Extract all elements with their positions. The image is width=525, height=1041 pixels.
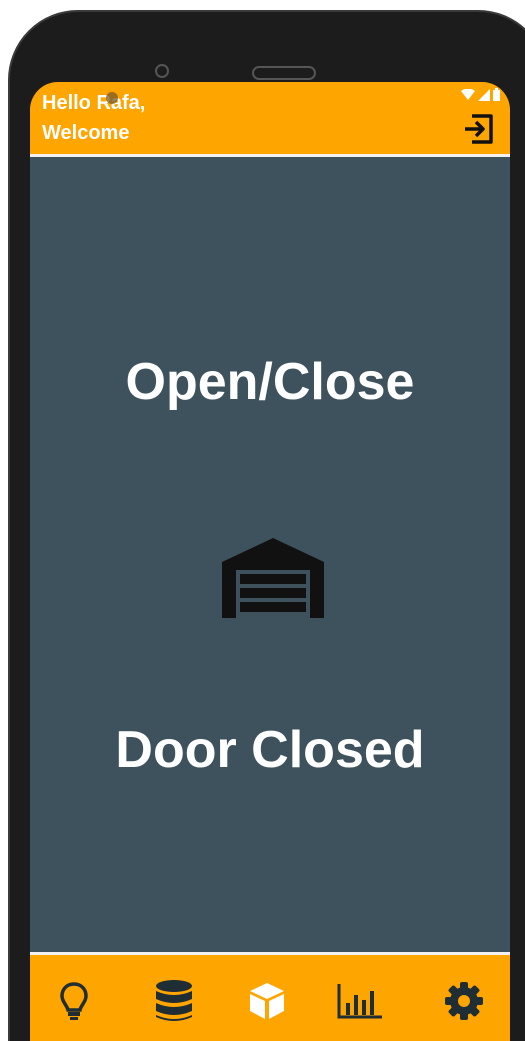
nav-database[interactable] — [150, 977, 198, 1025]
earpiece-speaker — [252, 66, 316, 80]
nav-devices[interactable] — [243, 977, 291, 1025]
garage-door-icon — [222, 538, 324, 618]
greeting-line-1: Hello Rafa, — [42, 92, 146, 114]
cube-icon — [250, 983, 284, 1019]
logout-icon — [465, 114, 493, 144]
app-stage: Hello Rafa, Welcome Open/Close Door Clos… — [0, 0, 525, 1041]
signal-icon — [478, 88, 490, 101]
garage-door-toggle-button[interactable] — [220, 536, 326, 618]
battery-icon — [493, 88, 500, 101]
status-bar-icons — [461, 88, 500, 101]
wifi-icon — [461, 88, 475, 100]
logout-button[interactable] — [462, 112, 496, 146]
nav-settings[interactable] — [440, 977, 488, 1025]
greeting-line-2: Welcome — [42, 122, 130, 144]
app-header: Hello Rafa, Welcome — [30, 82, 510, 157]
database-icon — [156, 980, 192, 1021]
app-screen: Hello Rafa, Welcome Open/Close Door Clos… — [30, 82, 510, 1041]
greeting: Hello Rafa, Welcome — [42, 88, 145, 148]
bottom-navigation — [30, 952, 510, 1041]
notification-dot-icon — [106, 92, 118, 104]
page-title: Open/Close — [125, 353, 415, 411]
door-status-text: Door Closed — [115, 721, 425, 779]
lightbulb-icon — [60, 982, 88, 1020]
nav-lights[interactable] — [50, 977, 98, 1025]
gear-icon — [445, 982, 483, 1020]
nav-statistics[interactable] — [336, 977, 384, 1025]
front-camera — [155, 64, 169, 78]
bar-chart-icon — [337, 984, 382, 1019]
